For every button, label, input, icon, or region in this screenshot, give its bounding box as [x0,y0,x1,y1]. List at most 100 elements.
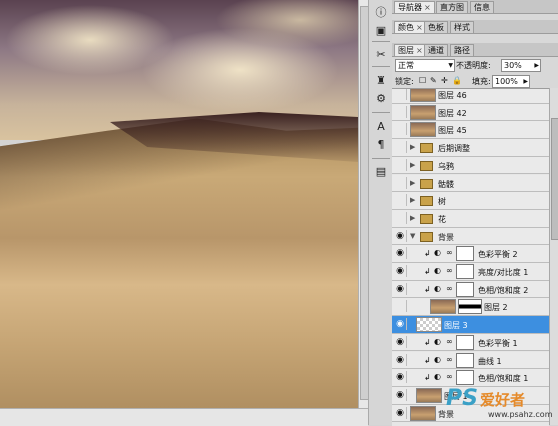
visibility-eye-icon[interactable]: ◉ [394,406,407,419]
visibility-eye-icon[interactable] [394,158,407,171]
visibility-eye-icon[interactable]: ◉ [394,335,407,348]
character-icon[interactable]: A [373,118,389,134]
layer-thumbnail[interactable] [410,89,436,102]
clone-source-icon[interactable]: ♜ [373,72,389,88]
lock-position-icon[interactable]: ✛ [441,76,448,85]
visibility-eye-icon[interactable] [394,123,407,136]
layer-row[interactable]: ▶ 花 [392,209,549,228]
tab-paths[interactable]: 路径 [450,44,474,56]
blend-mode-select[interactable]: 正常 ▼ [395,59,455,72]
layer-row[interactable]: ◉ 图层 3 [392,316,549,334]
visibility-eye-icon[interactable]: ◉ [394,247,407,260]
paragraph-icon[interactable]: ¶ [373,136,389,152]
layer-thumbnail[interactable] [430,299,456,315]
layer-row[interactable]: ◉ ↲ ◐ ∞ 曲线 1 [392,351,549,370]
chevron-right-icon: ▶ [523,78,528,85]
visibility-eye-icon[interactable] [394,211,407,224]
layer-row[interactable]: ◉ ↲ ◐ ∞ 色彩平衡 1 [392,333,549,352]
visibility-eye-icon[interactable] [394,194,407,207]
expand-triangle-right-icon[interactable]: ▶ [410,214,415,222]
layer-mask-thumbnail[interactable] [458,299,482,315]
layer-thumbnail[interactable] [410,104,436,120]
layer-thumbnail[interactable] [416,317,442,333]
close-icon[interactable]: × [424,3,431,12]
layer-name: 色彩平衡 2 [478,250,518,260]
layer-row[interactable]: 图层 45 [392,121,549,140]
layer-mask-thumbnail[interactable] [456,334,474,350]
opacity-input[interactable]: 30% ▶ [501,59,541,72]
tab-swatches[interactable]: 色板 [424,21,448,33]
layers-scrollbar[interactable] [549,88,558,425]
link-icon: ∞ [446,372,453,382]
tab-layers[interactable]: 图层 × [394,44,427,56]
layer-name: 图层 45 [438,126,467,136]
layer-row[interactable]: ◉ ▼ 背景 [392,227,549,246]
navigator-icon[interactable]: ▣ [373,22,389,38]
visibility-eye-icon[interactable] [394,141,407,154]
layer-row[interactable]: ◉ ↲ ◐ ∞ 色彩平衡 2 [392,245,549,263]
brush-tools-icon[interactable]: ✂ [373,46,389,62]
lock-transparent-icon[interactable]: ☐ [419,76,426,85]
expand-triangle-right-icon[interactable]: ▶ [410,179,415,187]
visibility-eye-icon[interactable] [394,176,407,189]
tab-color[interactable]: 颜色 × [394,21,427,33]
layer-thumbnail[interactable] [416,387,442,403]
lock-all-icon[interactable]: 🔒 [452,76,462,85]
tab-styles[interactable]: 样式 [450,21,474,33]
layer-row[interactable]: ◉ ↲ ◐ ∞ 色相/饱和度 2 [392,280,549,299]
visibility-eye-icon[interactable] [394,89,407,100]
visibility-eye-icon[interactable]: ◉ [394,229,407,242]
folder-icon [420,213,433,224]
tab-info[interactable]: 信息 [470,1,494,13]
layer-row[interactable]: 图层 46 [392,89,549,104]
layer-thumbnail[interactable] [410,405,436,421]
fill-input[interactable]: 100% ▶ [492,75,530,88]
layer-mask-thumbnail[interactable] [456,246,474,262]
clip-arrow-icon: ↲ [424,337,431,347]
expand-triangle-down-icon[interactable]: ▼ [410,232,415,240]
layers-list: 图层 46 图层 42 图层 45 ▶ 后期调整 ▶ 乌鸦 ▶ 骷髅 ▶ 树 ▶ 花 ◉ ▼ 背景 ◉ ↲ ◐ ∞ 色彩… [392,88,549,426]
expand-triangle-right-icon[interactable]: ▶ [410,143,415,151]
expand-triangle-right-icon[interactable]: ▶ [410,196,415,204]
visibility-eye-icon[interactable]: ◉ [394,388,407,401]
layer-thumbnail[interactable] [410,122,436,138]
watermark-ps: PS [446,386,478,411]
visibility-eye-icon[interactable]: ◉ [394,353,407,366]
layer-row[interactable]: ▶ 乌鸦 [392,156,549,175]
visibility-eye-icon[interactable]: ◉ [394,265,407,277]
close-icon[interactable]: × [416,46,423,55]
scroll-thumb[interactable] [551,118,558,240]
tab-histogram[interactable]: 直方图 [436,1,468,13]
canvas-horizontal-scrollbar[interactable] [0,408,368,426]
tab-navigator[interactable]: 导航器 × [394,1,435,13]
document-canvas[interactable] [0,0,358,408]
visibility-eye-icon[interactable] [394,300,407,313]
expand-triangle-right-icon[interactable]: ▶ [410,161,415,169]
visibility-eye-icon[interactable] [394,105,407,118]
lock-paint-icon[interactable]: ✎ [430,76,437,85]
chevron-right-icon: ▶ [534,62,539,69]
visibility-eye-icon[interactable]: ◉ [394,282,407,295]
link-icon: ∞ [446,336,453,346]
layer-name: 背景 [438,232,454,242]
notes-icon[interactable]: ▤ [373,163,389,179]
tool-presets-icon[interactable]: ⚙ [373,90,389,106]
visibility-eye-icon[interactable]: ◉ [394,318,407,331]
layer-mask-thumbnail[interactable] [456,352,474,368]
fill-label: 填充: [472,77,491,86]
divider [372,66,390,67]
layer-mask-thumbnail[interactable] [456,264,474,279]
layer-row[interactable]: ◉ ↲ ◐ ∞ 亮度/对比度 1 [392,263,549,281]
link-icon: ∞ [446,248,453,258]
close-icon[interactable]: × [416,23,423,32]
layer-row[interactable]: ▶ 骷髅 [392,174,549,193]
layer-row[interactable]: 图层 42 [392,103,549,122]
layer-name: 亮度/对比度 1 [478,268,529,277]
layer-row[interactable]: ▶ 后期调整 [392,139,549,157]
tab-channels[interactable]: 通道 [424,44,448,56]
visibility-eye-icon[interactable]: ◉ [394,371,407,384]
info-icon[interactable]: ⓘ [373,4,389,20]
layer-mask-thumbnail[interactable] [456,281,474,297]
layer-row[interactable]: ▶ 树 [392,192,549,210]
layer-row[interactable]: 图层 2 [392,298,549,317]
